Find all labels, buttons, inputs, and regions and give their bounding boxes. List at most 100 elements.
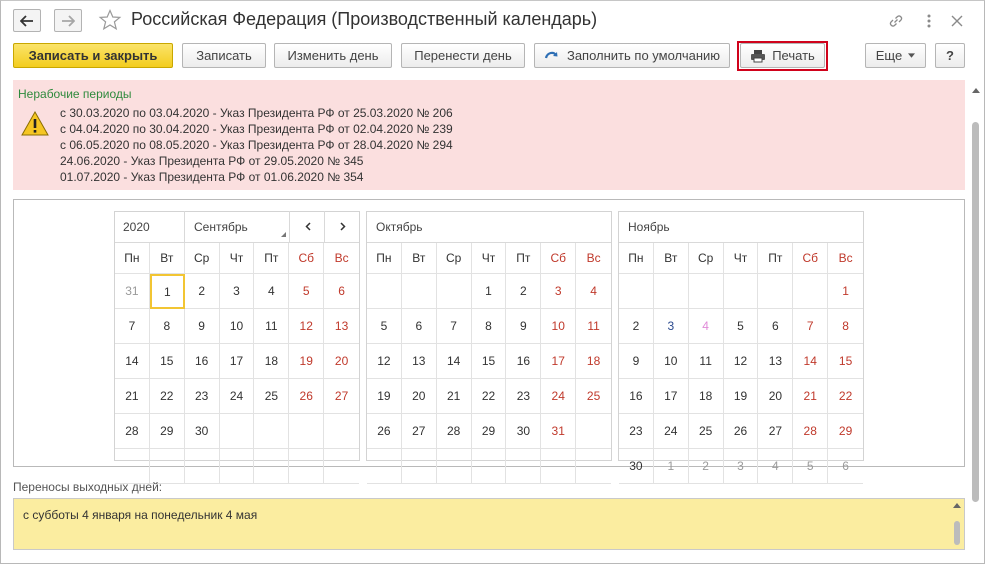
page-scrollbar[interactable] bbox=[970, 80, 982, 550]
day-cell[interactable]: 7 bbox=[436, 309, 472, 344]
day-cell[interactable]: 3 bbox=[219, 274, 255, 309]
day-cell[interactable]: 23 bbox=[619, 414, 654, 449]
day-cell[interactable]: 5 bbox=[289, 274, 325, 309]
next-month-button[interactable] bbox=[325, 211, 360, 242]
day-cell[interactable]: 27 bbox=[758, 414, 794, 449]
day-cell[interactable]: 23 bbox=[184, 379, 220, 414]
day-cell[interactable]: 13 bbox=[401, 344, 437, 379]
day-cell[interactable]: 5 bbox=[793, 449, 829, 484]
save-button[interactable]: Записать bbox=[182, 43, 266, 68]
day-cell[interactable]: 2 bbox=[619, 309, 654, 344]
back-button[interactable] bbox=[13, 9, 41, 32]
day-cell[interactable]: 20 bbox=[401, 379, 437, 414]
day-cell[interactable]: 13 bbox=[758, 344, 794, 379]
day-cell[interactable]: 25 bbox=[254, 379, 290, 414]
day-cell[interactable]: 30 bbox=[184, 414, 220, 449]
day-cell[interactable]: 21 bbox=[436, 379, 472, 414]
prev-month-button[interactable] bbox=[290, 211, 325, 242]
link-icon[interactable] bbox=[887, 12, 905, 30]
day-cell[interactable]: 29 bbox=[471, 414, 507, 449]
day-cell[interactable]: 11 bbox=[576, 309, 612, 344]
day-cell[interactable]: 2 bbox=[688, 449, 724, 484]
save-and-close-button[interactable]: Записать и закрыть bbox=[13, 43, 173, 68]
day-cell[interactable]: 20 bbox=[758, 379, 794, 414]
day-cell[interactable]: 17 bbox=[219, 344, 255, 379]
day-cell[interactable]: 4 bbox=[576, 274, 612, 309]
day-cell[interactable]: 9 bbox=[619, 344, 654, 379]
day-cell[interactable]: 22 bbox=[828, 379, 864, 414]
day-cell[interactable]: 11 bbox=[688, 344, 724, 379]
day-cell[interactable]: 18 bbox=[254, 344, 290, 379]
day-cell[interactable]: 6 bbox=[828, 449, 864, 484]
day-cell[interactable]: 9 bbox=[506, 309, 542, 344]
day-cell[interactable]: 12 bbox=[723, 344, 759, 379]
day-cell[interactable]: 26 bbox=[289, 379, 325, 414]
day-cell[interactable]: 20 bbox=[324, 344, 360, 379]
day-cell[interactable]: 31 bbox=[541, 414, 577, 449]
day-cell[interactable]: 2 bbox=[184, 274, 220, 309]
day-cell[interactable]: 28 bbox=[115, 414, 150, 449]
day-cell[interactable]: 15 bbox=[828, 344, 864, 379]
day-cell[interactable]: 19 bbox=[367, 379, 402, 414]
day-cell[interactable]: 15 bbox=[149, 344, 185, 379]
scroll-thumb[interactable] bbox=[954, 521, 960, 545]
day-cell[interactable]: 8 bbox=[828, 309, 864, 344]
day-cell[interactable]: 12 bbox=[367, 344, 402, 379]
day-cell[interactable]: 1 bbox=[471, 274, 507, 309]
forward-button[interactable] bbox=[54, 9, 82, 32]
day-cell[interactable]: 24 bbox=[653, 414, 689, 449]
day-cell[interactable]: 16 bbox=[506, 344, 542, 379]
day-cell[interactable]: 30 bbox=[619, 449, 654, 484]
help-button[interactable]: ? bbox=[935, 43, 965, 68]
day-cell[interactable]: 9 bbox=[184, 309, 220, 344]
day-cell[interactable]: 22 bbox=[471, 379, 507, 414]
day-cell[interactable]: 6 bbox=[324, 274, 360, 309]
day-cell[interactable]: 28 bbox=[793, 414, 829, 449]
day-cell[interactable]: 4 bbox=[688, 309, 724, 344]
day-cell[interactable]: 24 bbox=[541, 379, 577, 414]
day-cell[interactable]: 21 bbox=[793, 379, 829, 414]
day-cell[interactable]: 3 bbox=[723, 449, 759, 484]
move-day-button[interactable]: Перенести день bbox=[401, 43, 525, 68]
scroll-thumb[interactable] bbox=[972, 122, 979, 502]
day-cell[interactable]: 10 bbox=[219, 309, 255, 344]
day-cell[interactable]: 3 bbox=[653, 309, 689, 344]
day-cell[interactable]: 14 bbox=[436, 344, 472, 379]
day-cell[interactable]: 16 bbox=[619, 379, 654, 414]
day-cell[interactable]: 5 bbox=[367, 309, 402, 344]
day-cell[interactable]: 31 bbox=[115, 274, 150, 309]
day-cell[interactable]: 6 bbox=[758, 309, 794, 344]
close-icon[interactable] bbox=[948, 12, 966, 30]
day-cell[interactable]: 7 bbox=[115, 309, 150, 344]
day-cell[interactable]: 25 bbox=[688, 414, 724, 449]
day-cell[interactable]: 15 bbox=[471, 344, 507, 379]
day-cell[interactable]: 30 bbox=[506, 414, 542, 449]
day-cell[interactable]: 8 bbox=[149, 309, 185, 344]
day-cell[interactable]: 6 bbox=[401, 309, 437, 344]
scroll-up-icon[interactable] bbox=[971, 86, 981, 94]
day-cell[interactable]: 14 bbox=[115, 344, 150, 379]
change-day-button[interactable]: Изменить день bbox=[274, 43, 392, 68]
day-cell[interactable]: 22 bbox=[149, 379, 185, 414]
day-cell[interactable]: 29 bbox=[149, 414, 185, 449]
day-cell[interactable]: 4 bbox=[254, 274, 290, 309]
fill-default-button[interactable]: Заполнить по умолчанию bbox=[534, 43, 730, 68]
scroll-up-icon[interactable] bbox=[952, 501, 962, 509]
day-cell[interactable]: 16 bbox=[184, 344, 220, 379]
day-cell[interactable]: 13 bbox=[324, 309, 360, 344]
day-cell[interactable]: 28 bbox=[436, 414, 472, 449]
day-cell[interactable]: 23 bbox=[506, 379, 542, 414]
day-cell[interactable]: 14 bbox=[793, 344, 829, 379]
day-cell[interactable]: 27 bbox=[324, 379, 360, 414]
favorite-star-icon[interactable] bbox=[98, 8, 122, 32]
day-cell[interactable]: 4 bbox=[758, 449, 794, 484]
print-button[interactable]: Печать bbox=[740, 43, 825, 68]
day-cell[interactable]: 8 bbox=[471, 309, 507, 344]
more-vertical-icon[interactable] bbox=[920, 12, 938, 30]
day-cell[interactable]: 19 bbox=[723, 379, 759, 414]
day-cell[interactable]: 18 bbox=[688, 379, 724, 414]
day-cell[interactable]: 24 bbox=[219, 379, 255, 414]
day-cell[interactable]: 1 bbox=[828, 274, 864, 309]
day-cell[interactable]: 25 bbox=[576, 379, 612, 414]
day-cell[interactable]: 2 bbox=[506, 274, 542, 309]
